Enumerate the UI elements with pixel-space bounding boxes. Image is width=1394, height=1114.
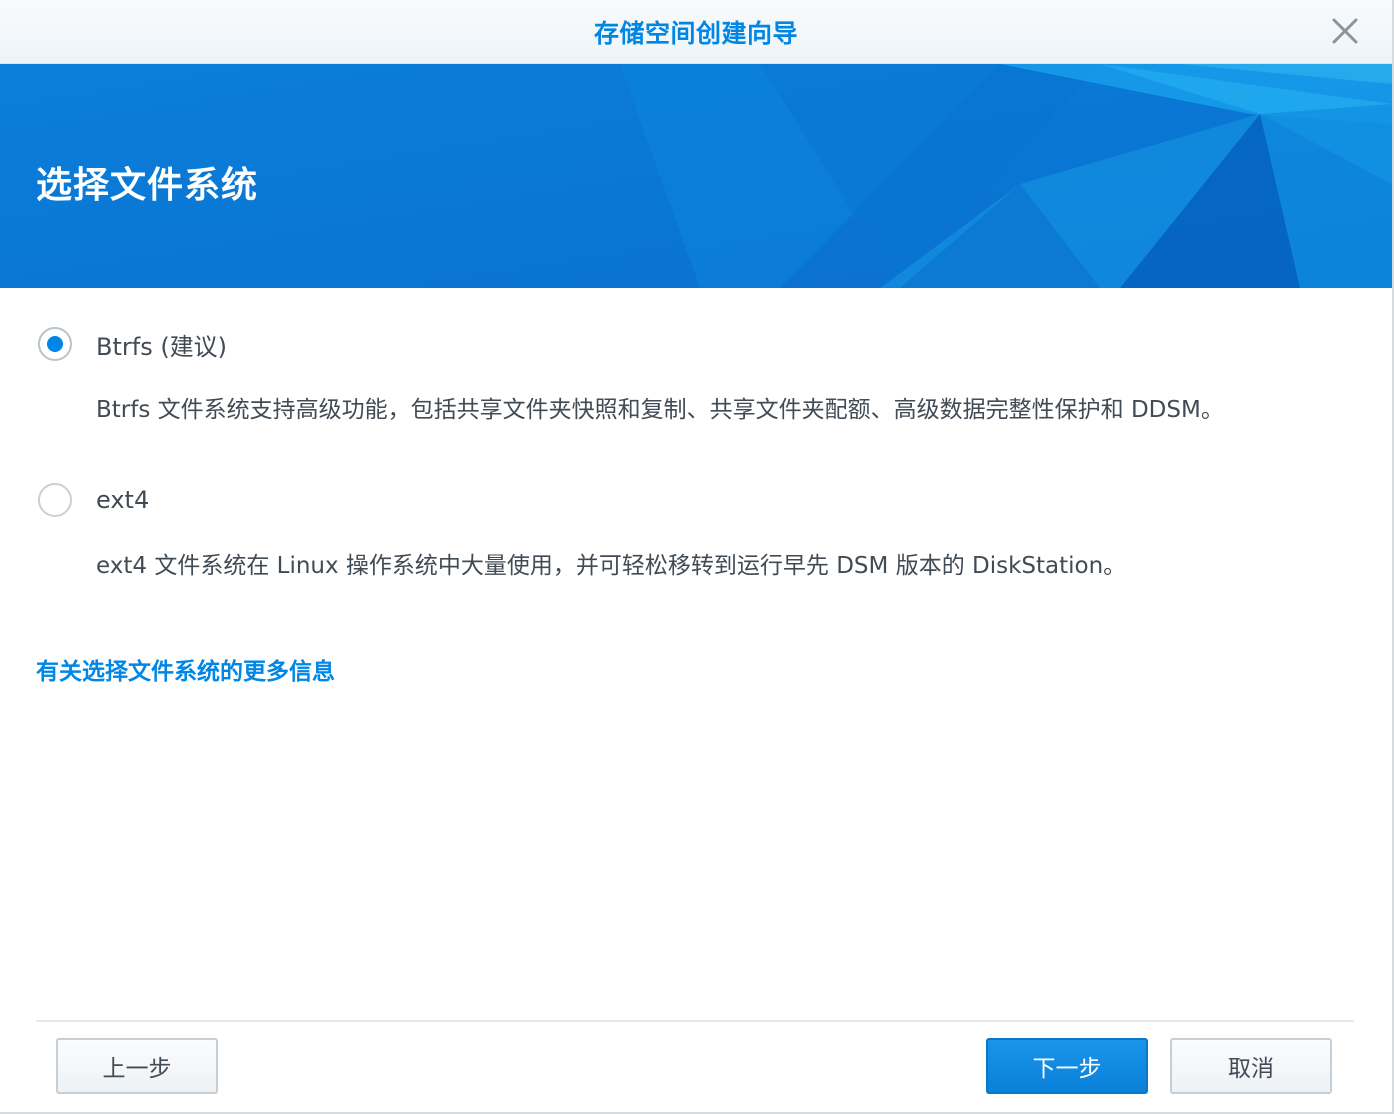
next-button[interactable]: 下一步 bbox=[986, 1038, 1148, 1094]
window-title: 存储空间创建向导 bbox=[593, 19, 798, 48]
option-btrfs[interactable]: Btrfs (建议) bbox=[38, 324, 227, 364]
close-button[interactable] bbox=[1326, 12, 1364, 50]
more-info-link[interactable]: 有关选择文件系统的更多信息 bbox=[36, 652, 335, 686]
option-ext4[interactable]: ext4 bbox=[38, 480, 149, 520]
option-btrfs-label: Btrfs (建议) bbox=[96, 332, 228, 361]
radio-ext4[interactable] bbox=[38, 483, 72, 517]
cancel-button[interactable]: 取消 bbox=[1170, 1038, 1332, 1094]
title-bar: 存储空间创建向导 bbox=[0, 0, 1392, 64]
option-btrfs-description: Btrfs 文件系统支持高级功能，包括共享文件夹快照和复制、共享文件夹配额、高级… bbox=[96, 397, 1224, 423]
footer-divider bbox=[36, 1020, 1354, 1022]
option-ext4-description: ext4 文件系统在 Linux 操作系统中大量使用，并可轻松移转到运行早先 D… bbox=[96, 553, 1127, 579]
radio-btrfs[interactable] bbox=[38, 327, 72, 361]
option-ext4-label: ext4 bbox=[96, 486, 150, 514]
header-banner: 选择文件系统 bbox=[0, 64, 1392, 288]
close-icon bbox=[1332, 18, 1358, 44]
back-button[interactable]: 上一步 bbox=[56, 1038, 218, 1094]
page-title: 选择文件系统 bbox=[36, 165, 259, 206]
wizard-window: 存储空间创建向导 选择文件系统 Btrfs (建议) Btrfs 文件系统支持高… bbox=[0, 0, 1394, 1114]
